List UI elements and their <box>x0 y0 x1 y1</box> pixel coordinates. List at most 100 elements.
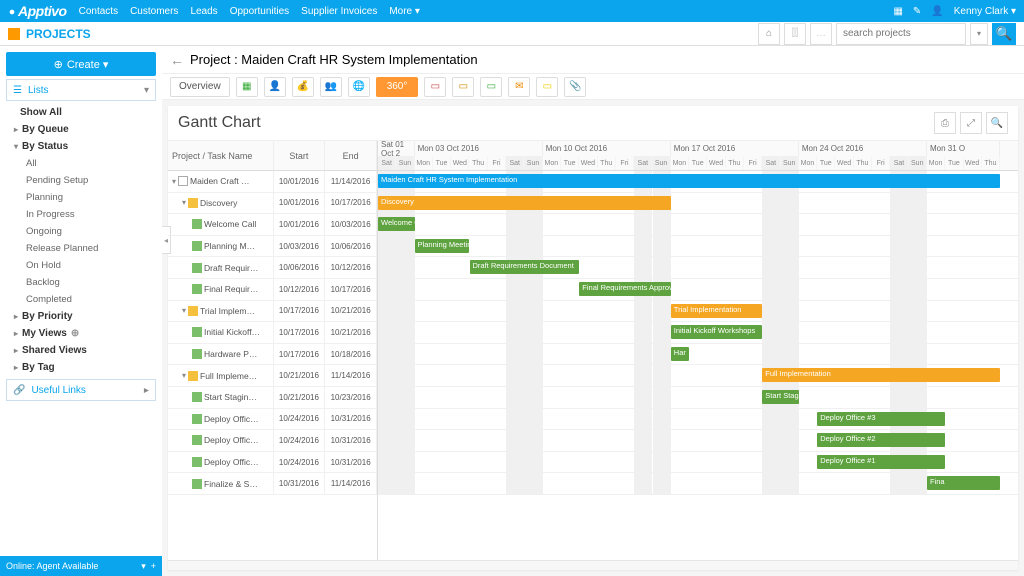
gantt-bar[interactable]: Har <box>671 347 689 361</box>
task-row[interactable]: Deploy Offic…10/24/201610/31/2016 <box>168 430 377 452</box>
tab-360[interactable]: 360° <box>376 77 419 97</box>
tab-cal1-icon[interactable]: ▭ <box>424 77 446 97</box>
task-row[interactable]: Finalize & S…10/31/201611/14/2016 <box>168 473 377 495</box>
tab-attach-icon[interactable]: 📎 <box>564 77 586 97</box>
sidebar-group[interactable]: ▸ Shared Views <box>6 342 156 359</box>
nav-item[interactable]: More ▾ <box>389 6 420 17</box>
tab-checklist-icon[interactable]: ▦ <box>236 77 258 97</box>
back-button[interactable]: ← <box>170 52 184 68</box>
sidebar-item[interactable]: Release Planned <box>6 240 156 257</box>
nav-item[interactable]: Contacts <box>79 6 118 17</box>
sidebar-group[interactable]: ▸ By Tag <box>6 359 156 376</box>
toggle-icon[interactable]: ▾ <box>182 371 186 380</box>
tab-team-icon[interactable]: 👥 <box>320 77 342 97</box>
print-icon[interactable]: ⎙ <box>934 112 956 134</box>
task-row[interactable]: Planning M…10/03/201610/06/2016 <box>168 236 377 258</box>
tab-mail-icon[interactable]: ✉ <box>508 77 530 97</box>
task-end: 10/06/2016 <box>325 236 377 257</box>
gantt-bar[interactable]: Initial Kickoff Workshops <box>671 325 763 339</box>
task-row[interactable]: Deploy Offic…10/24/201610/31/2016 <box>168 452 377 474</box>
task-row[interactable]: Draft Requir…10/06/201610/12/2016 <box>168 257 377 279</box>
create-button[interactable]: ⊕Create ▾ <box>6 52 156 76</box>
apps-icon[interactable]: ▦ <box>893 6 902 17</box>
sidebar-item[interactable]: Backlog <box>6 274 156 291</box>
user-menu[interactable]: Kenny Clark ▾ <box>954 6 1016 17</box>
gantt-bar[interactable]: Full Implementation <box>762 368 1000 382</box>
search-button[interactable]: 🔍 <box>992 23 1016 45</box>
day-label: Tue <box>561 156 579 170</box>
zoom-out-icon[interactable]: ⤢ <box>960 112 982 134</box>
logo[interactable]: Apptivo <box>8 3 67 19</box>
search-dropdown[interactable]: ▾ <box>970 23 988 45</box>
toggle-icon[interactable]: ▾ <box>182 198 186 207</box>
day-label: Mon <box>799 156 817 170</box>
tab-overview[interactable]: Overview <box>170 77 230 97</box>
task-row[interactable]: ▾Discovery10/01/201610/17/2016 <box>168 193 377 215</box>
gantt-bar[interactable]: Final Requirements Approval <box>579 282 671 296</box>
chat-status-bar[interactable]: Online: Agent Available ▾ + <box>0 556 162 576</box>
sidebar-item[interactable]: Planning <box>6 189 156 206</box>
sidebar-item[interactable]: Pending Setup <box>6 172 156 189</box>
sidebar-item[interactable]: Completed <box>6 291 156 308</box>
bell-icon[interactable]: ✎ <box>913 6 921 17</box>
task-row[interactable]: Final Requir…10/12/201610/17/2016 <box>168 279 377 301</box>
task-name: Maiden Craft … <box>190 176 250 186</box>
toggle-icon[interactable]: ▾ <box>182 306 186 315</box>
tab-globe-icon[interactable]: 🌐 <box>348 77 370 97</box>
sidebar-group[interactable]: ▾ By Status <box>6 138 156 155</box>
task-row[interactable]: ▾Trial Implem…10/17/201610/21/2016 <box>168 301 377 323</box>
task-row[interactable]: Start Stagin…10/21/201610/23/2016 <box>168 387 377 409</box>
gantt-bar[interactable]: Deploy Office #1 <box>817 455 945 469</box>
gantt-row: Planning Meeting <box>378 236 1018 258</box>
gantt-bar[interactable]: Draft Requirements Document <box>470 260 580 274</box>
sidebar-item[interactable]: On Hold <box>6 257 156 274</box>
task-icon <box>192 457 202 467</box>
nav-item[interactable]: Leads <box>190 6 217 17</box>
chevron-down-icon: ▾ <box>144 85 149 96</box>
sidebar-group[interactable]: ▸ My Views ⊕ <box>6 325 156 342</box>
gantt-bar[interactable]: Welcome C <box>378 217 415 231</box>
task-icon <box>192 219 202 229</box>
sidebar-group[interactable]: ▸ By Priority <box>6 308 156 325</box>
home-icon[interactable]: ⌂ <box>758 23 780 45</box>
nav-item[interactable]: Customers <box>130 6 178 17</box>
nav-item[interactable]: Opportunities <box>230 6 289 17</box>
chart-icon[interactable]: ⫿⫿ <box>784 23 806 45</box>
expand-icon: ▸ <box>14 312 18 321</box>
sidebar-item[interactable]: All <box>6 155 156 172</box>
avatar-icon[interactable]: 👤 <box>931 6 943 17</box>
gantt-row: Fina <box>378 473 1018 495</box>
tab-people-icon[interactable]: 👤 <box>264 77 286 97</box>
sidebar-show-all[interactable]: Show All <box>6 104 156 121</box>
gantt-bar[interactable]: Start Stagin <box>762 390 799 404</box>
gantt-bar[interactable]: Deploy Office #2 <box>817 433 945 447</box>
gantt-bar[interactable]: Fina <box>927 476 1000 490</box>
task-row[interactable]: ▾Full Impleme…10/21/201611/14/2016 <box>168 365 377 387</box>
task-row[interactable]: Hardware P…10/17/201610/18/2016 <box>168 344 377 366</box>
gantt-bar[interactable]: Maiden Craft HR System Implementation <box>378 174 1000 188</box>
sidebar-group[interactable]: ▸ By Queue <box>6 121 156 138</box>
gantt-timeline[interactable]: Sat 01 Oct 2Mon 03 Oct 2016Mon 10 Oct 20… <box>378 141 1018 560</box>
tab-cal3-icon[interactable]: ▭ <box>480 77 502 97</box>
gantt-bar[interactable]: Trial Implementation <box>671 304 763 318</box>
tab-cal2-icon[interactable]: ▭ <box>452 77 474 97</box>
tab-money-icon[interactable]: 💰 <box>292 77 314 97</box>
tab-note-icon[interactable]: ▭ <box>536 77 558 97</box>
toggle-icon[interactable]: ▾ <box>172 177 176 186</box>
task-row[interactable]: ▾Maiden Craft …10/01/201611/14/2016 <box>168 171 377 193</box>
gantt-bar[interactable]: Discovery <box>378 196 671 210</box>
task-row[interactable]: Deploy Offic…10/24/201610/31/2016 <box>168 409 377 431</box>
gantt-bar[interactable]: Deploy Office #3 <box>817 412 945 426</box>
task-row[interactable]: Welcome Call10/01/201610/03/2016 <box>168 214 377 236</box>
sidebar-item[interactable]: Ongoing <box>6 223 156 240</box>
gantt-bar[interactable]: Planning Meeting <box>415 239 470 253</box>
more-icon[interactable]: … <box>810 23 832 45</box>
task-row[interactable]: Initial Kickoff…10/17/201610/21/2016 <box>168 322 377 344</box>
sidebar-item[interactable]: In Progress <box>6 206 156 223</box>
lists-header[interactable]: ☰ Lists ▾ <box>6 79 156 101</box>
useful-links[interactable]: 🔗 Useful Links ▾ <box>6 379 156 401</box>
day-label: Fri <box>616 156 634 170</box>
search-input[interactable] <box>836 23 966 45</box>
zoom-icon[interactable]: 🔍 <box>986 112 1008 134</box>
nav-item[interactable]: Supplier Invoices <box>301 6 377 17</box>
